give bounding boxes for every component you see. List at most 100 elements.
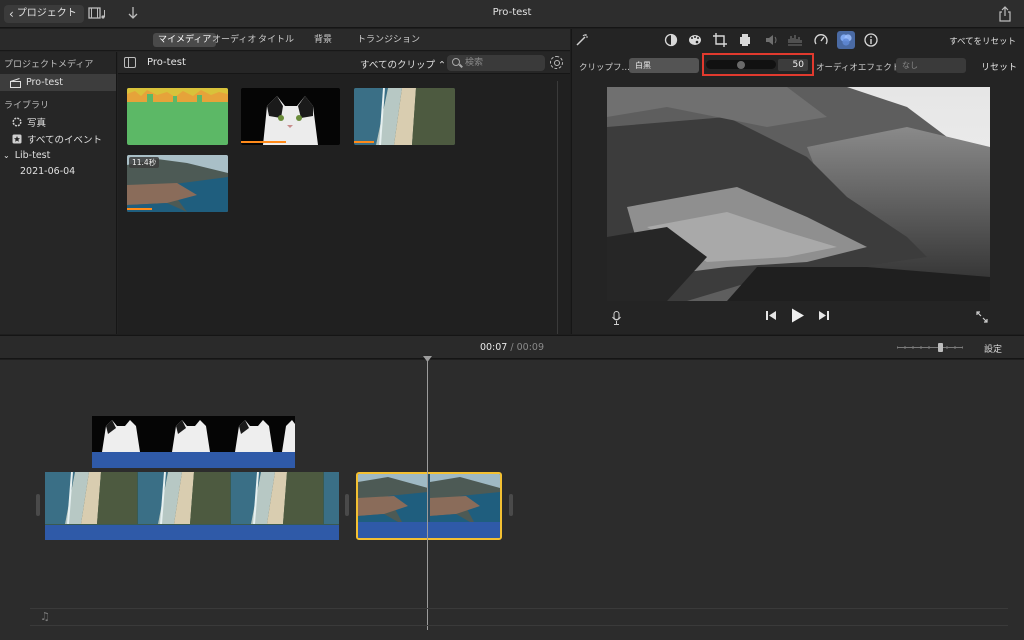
disclosure-chevron-icon: ⌄ — [3, 151, 10, 160]
sidebar-item-project[interactable]: Pro-test — [0, 74, 116, 91]
reset-button[interactable]: リセット — [981, 60, 1017, 73]
app-title: Pro-test — [492, 7, 532, 18]
magic-wand-icon[interactable] — [575, 33, 589, 47]
equalizer-icon[interactable] — [788, 33, 802, 47]
skip-back-icon[interactable] — [766, 310, 777, 321]
title-bar: ‹ プロジェクト Pro-test — [0, 0, 1024, 28]
slider-knob[interactable] — [737, 61, 745, 69]
search-placeholder: 検索 — [465, 58, 484, 68]
timeline-header: 00:07 / 00:09 設定 — [0, 335, 1024, 359]
playhead-marker-icon[interactable] — [423, 356, 432, 362]
audio-effect-label: オーディオエフェクト: — [816, 63, 904, 73]
clip-used-bar — [127, 208, 153, 210]
play-icon[interactable] — [791, 308, 805, 323]
clip-audio-track — [92, 452, 295, 468]
reset-all-button[interactable]: すべてをリセット — [949, 35, 1016, 47]
media-clip-beach[interactable] — [354, 88, 455, 145]
sidebar-toggle-icon[interactable] — [124, 57, 136, 68]
clip-filter-button[interactable] — [837, 31, 855, 49]
media-clip-lake-town[interactable]: 11.4秒 — [127, 155, 228, 212]
sidebar-item-event[interactable]: 2021-06-04 — [20, 166, 75, 177]
microphone-icon[interactable] — [612, 311, 621, 325]
sidebar-item-photos[interactable]: 写真 — [12, 115, 46, 129]
sidebar-item-label: Pro-test — [26, 77, 63, 88]
library-header: ライブラリ — [4, 101, 50, 111]
lake-town-bw-frame — [607, 87, 990, 301]
clip-audio-track — [358, 522, 500, 538]
browser-title: Pro-test — [147, 57, 186, 68]
video-preview[interactable] — [607, 87, 990, 301]
clip-filter-dropdown[interactable]: 白黒 — [629, 58, 699, 73]
zoom-ticks — [897, 346, 963, 349]
skip-forward-icon[interactable] — [818, 310, 829, 321]
timeline-clip-cat[interactable] — [92, 416, 295, 468]
timeline-settings-button[interactable]: 設定 — [984, 342, 1002, 355]
volume-icon[interactable] — [764, 33, 778, 47]
tab-transitions[interactable]: トランジション — [352, 33, 425, 47]
clip-trim-handle[interactable] — [36, 494, 40, 516]
photos-icon — [12, 117, 22, 127]
timeline-zoom-slider[interactable] — [897, 343, 963, 352]
palette-icon[interactable] — [688, 33, 702, 47]
timeline[interactable]: ♫ — [0, 356, 1024, 640]
sidebar-item-label: Lib-test — [14, 150, 51, 161]
stabilize-camera-icon[interactable] — [738, 33, 752, 47]
clip-used-bar — [241, 141, 286, 143]
clip-used-bar — [354, 141, 375, 143]
time-separator: / — [510, 342, 514, 353]
tab-titles[interactable]: タイトル — [253, 33, 299, 47]
media-browser: Pro-test すべてのクリップ ⌃ 検索 11.4秒 — [118, 52, 570, 334]
sidebar-item-library[interactable]: ⌄ Lib-test — [3, 150, 50, 161]
clip-filter-row: クリップフ… 白黒 50 オーディオエフェクト: なし リセット — [572, 53, 1024, 77]
media-clip-cat[interactable] — [241, 88, 340, 145]
background-music-lane[interactable] — [30, 608, 1008, 626]
timeline-clip-lake-town-selected[interactable] — [356, 472, 502, 540]
cat-thumbnail — [263, 96, 318, 145]
media-pane: マイメディア オーディオ タイトル 背景 トランジション プロジェクトメディア … — [0, 29, 570, 334]
beach-filmstrip — [45, 472, 339, 525]
sidebar-item-all-events[interactable]: すべてのイベント — [12, 132, 102, 146]
timeline-clip-beach[interactable] — [45, 472, 339, 540]
library-sidebar: プロジェクトメディア Pro-test ライブラリ 写真 すべてのイベント ⌄ … — [0, 52, 117, 334]
audio-waveform — [127, 88, 228, 102]
sidebar-item-label: 写真 — [27, 118, 47, 129]
current-time: 00:07 — [479, 342, 508, 353]
sidebar-item-label: 2021-06-04 — [20, 166, 76, 177]
search-input[interactable]: 検索 — [447, 55, 545, 71]
sidebar-item-label: すべてのイベント — [27, 135, 102, 146]
adjust-toolbar: すべてをリセット — [572, 29, 1024, 51]
slider-value-field[interactable]: 50 — [778, 59, 808, 71]
clip-duration-badge: 11.4秒 — [129, 157, 160, 168]
gear-icon[interactable] — [550, 56, 563, 69]
filter-intensity-slider[interactable] — [706, 60, 776, 69]
clip-filter-label: クリップフ… — [579, 63, 631, 73]
media-tabs: マイメディア オーディオ タイトル 背景 トランジション — [0, 29, 570, 51]
fullscreen-icon[interactable] — [976, 311, 988, 323]
clip-filter-dropdown[interactable]: すべてのクリップ ⌃ — [360, 57, 446, 71]
tab-backgrounds[interactable]: 背景 — [309, 33, 337, 47]
clip-trim-handle[interactable] — [345, 494, 349, 516]
search-icon — [452, 58, 460, 66]
timecode: 00:07 / 00:09 — [0, 342, 1024, 353]
beach-thumbnail — [354, 88, 455, 145]
clip-trim-handle[interactable] — [509, 494, 513, 516]
viewer-pane: すべてをリセット クリップフ… 白黒 50 オーディオエフェクト: なし リセッ… — [571, 29, 1024, 334]
speed-gauge-icon[interactable] — [814, 33, 828, 47]
project-media-header: プロジェクトメディア — [4, 60, 94, 70]
audio-effect-dropdown[interactable]: なし — [896, 58, 966, 73]
color-balance-icon[interactable] — [664, 33, 678, 47]
share-icon[interactable] — [998, 6, 1012, 22]
zoom-knob[interactable] — [937, 343, 943, 352]
media-clip-green[interactable] — [127, 88, 228, 145]
total-time: 00:09 — [516, 342, 545, 353]
clapper-icon — [10, 77, 21, 88]
clip-audio-track — [45, 525, 339, 540]
browser-toolbar: Pro-test すべてのクリップ ⌃ 検索 — [118, 52, 570, 74]
filter-circles-icon — [840, 34, 852, 46]
star-icon — [12, 134, 22, 144]
browser-scrollbar[interactable] — [557, 81, 558, 334]
playhead[interactable] — [427, 360, 428, 630]
crop-icon[interactable] — [713, 33, 727, 47]
info-icon[interactable] — [864, 33, 878, 47]
cat-filmstrip — [92, 416, 295, 452]
